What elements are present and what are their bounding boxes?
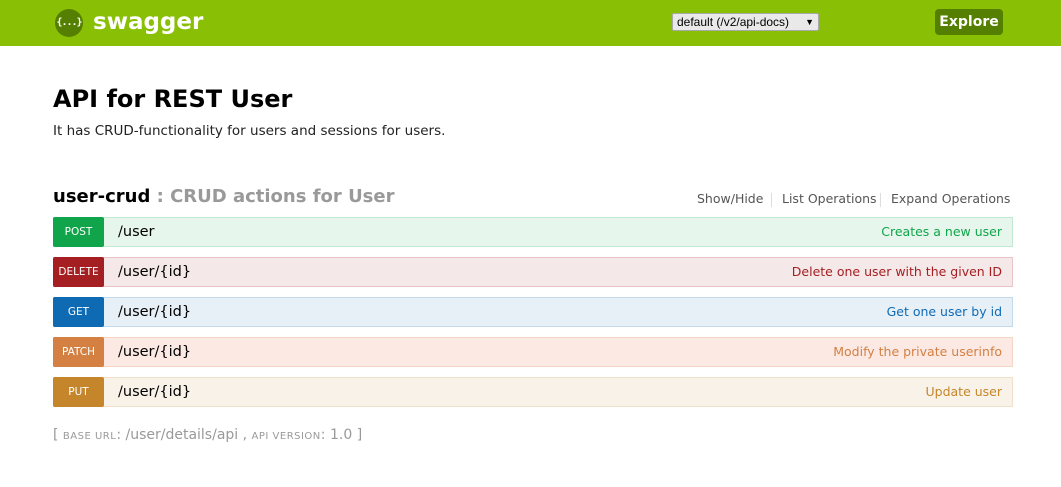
- operation-summary[interactable]: Delete one user with the given ID: [792, 258, 1002, 286]
- expand-operations-link[interactable]: Expand Operations: [891, 191, 1010, 207]
- footer-bracket: [: [53, 427, 59, 443]
- operation-delete-user[interactable]: DELETE /user/{id} Delete one user with t…: [53, 257, 1013, 287]
- show-hide-link[interactable]: Show/Hide: [697, 191, 763, 207]
- operation-post-user[interactable]: POST /user Creates a new user: [53, 217, 1013, 247]
- http-method-badge[interactable]: GET: [53, 297, 104, 327]
- http-method-badge[interactable]: PATCH: [53, 337, 104, 367]
- operation-summary[interactable]: Get one user by id: [887, 298, 1002, 326]
- divider: [880, 193, 881, 207]
- api-title: API for REST User: [53, 85, 293, 113]
- operation-summary[interactable]: Modify the private userinfo: [833, 338, 1002, 366]
- divider: [771, 193, 772, 207]
- resource-name-link[interactable]: user-crud: [53, 186, 150, 207]
- list-operations-link[interactable]: List Operations: [782, 191, 877, 207]
- operation-path[interactable]: /user: [118, 218, 155, 246]
- base-url-value: /user/details/api: [125, 427, 239, 443]
- brand-name[interactable]: swagger: [93, 7, 203, 37]
- operation-path[interactable]: /user/{id}: [118, 258, 191, 286]
- explore-button[interactable]: Explore: [935, 9, 1003, 35]
- top-bar: {...} swagger default (/v2/api-docs) ▼ E…: [0, 0, 1061, 46]
- swagger-logo-icon[interactable]: {...}: [55, 9, 83, 37]
- operation-path[interactable]: /user/{id}: [118, 298, 191, 326]
- footer-bracket: ]: [356, 427, 363, 443]
- operation-summary[interactable]: Creates a new user: [881, 218, 1002, 246]
- operation-get-user[interactable]: GET /user/{id} Get one user by id: [53, 297, 1013, 327]
- dropdown-arrow-icon: ▼: [805, 17, 814, 27]
- base-url-label: base url: [62, 431, 117, 442]
- http-method-badge[interactable]: DELETE: [53, 257, 104, 287]
- resource-heading: user-crud : CRUD actions for User: [53, 185, 394, 209]
- spec-select[interactable]: default (/v2/api-docs) ▼: [672, 13, 819, 31]
- operation-summary[interactable]: Update user: [925, 378, 1002, 406]
- api-version-label: api version: [251, 431, 321, 442]
- api-version-value: 1.0: [329, 427, 353, 443]
- operation-put-user[interactable]: PUT /user/{id} Update user: [53, 377, 1013, 407]
- http-method-badge[interactable]: PUT: [53, 377, 104, 407]
- operation-patch-user[interactable]: PATCH /user/{id} Modify the private user…: [53, 337, 1013, 367]
- http-method-badge[interactable]: POST: [53, 217, 104, 247]
- api-footer: [ base url: /user/details/api , api vers…: [53, 427, 363, 443]
- footer-separator: ,: [242, 427, 248, 443]
- operation-path[interactable]: /user/{id}: [118, 338, 191, 366]
- api-description: It has CRUD-functionality for users and …: [53, 123, 446, 139]
- resource-description: : CRUD actions for User: [150, 186, 395, 207]
- operation-path[interactable]: /user/{id}: [118, 378, 191, 406]
- spec-select-value: default (/v2/api-docs): [677, 15, 790, 29]
